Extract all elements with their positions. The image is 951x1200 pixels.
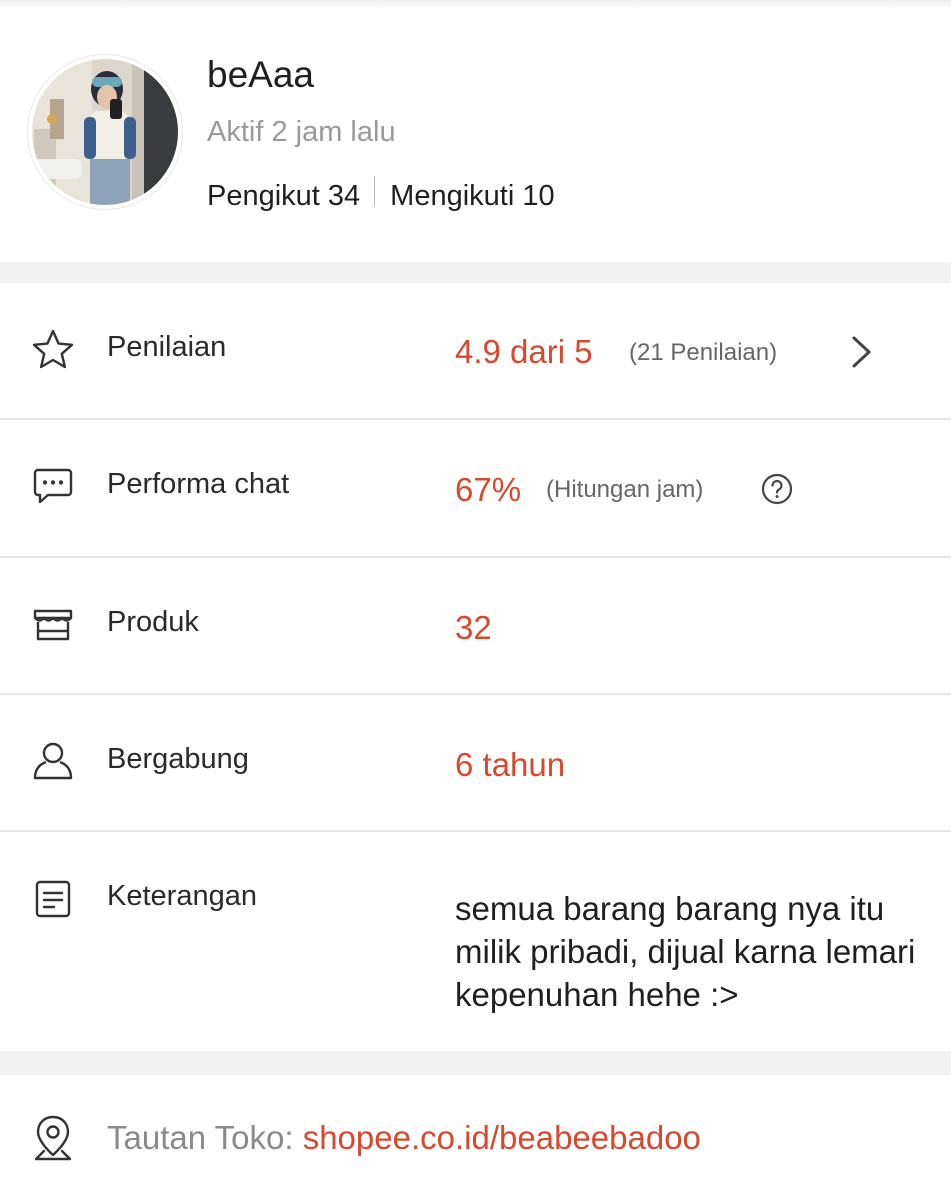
description-row: Keterangan semua barang barang nya itu m… — [0, 832, 951, 1051]
username: beAaa — [207, 54, 314, 95]
chevron-right-icon[interactable] — [848, 335, 876, 374]
joined-value: 6 tahun — [455, 746, 566, 783]
chat-value: 67% — [455, 471, 522, 508]
help-question-icon[interactable] — [761, 473, 793, 510]
top-edge — [0, 0, 951, 10]
chat-label: Performa chat — [107, 468, 290, 500]
follow-stats: Pengikut 34 Mengikuti 10 — [207, 175, 555, 213]
shop-link-label: Tautan Toko: — [107, 1119, 303, 1156]
shop-icon — [30, 601, 76, 647]
rating-row[interactable]: Penilaian 4.9 dari 5 (21 Penilaian) — [0, 283, 951, 420]
shop-stats-list: Penilaian 4.9 dari 5 (21 Penilaian) Perf… — [0, 283, 951, 1051]
rating-label: Penilaian — [107, 331, 227, 363]
section-gap — [0, 262, 951, 283]
rating-value: 4.9 dari 5 — [455, 333, 593, 370]
location-pin-icon — [30, 1113, 76, 1168]
joined-label: Bergabung — [107, 743, 249, 775]
following-count[interactable]: Mengikuti 10 — [390, 180, 554, 213]
star-icon — [30, 327, 76, 373]
shop-link: Tautan Toko: shopee.co.id/beabeebadoo — [107, 1119, 701, 1157]
active-status: Aktif 2 jam lalu — [207, 116, 396, 148]
follow-divider — [374, 175, 376, 206]
shop-link-url[interactable]: shopee.co.id/beabeebadoo — [303, 1119, 701, 1156]
section-gap — [0, 1051, 951, 1075]
description-text: semua barang barang nya itu milik pribad… — [455, 890, 916, 1013]
products-label: Produk — [107, 606, 199, 638]
chat-bubble-icon — [30, 463, 76, 509]
chat-note: (Hitungan jam) — [546, 476, 704, 503]
chat-performance-row: Performa chat 67% (Hitungan jam) — [0, 420, 951, 558]
shop-link-card: Tautan Toko: shopee.co.id/beabeebadoo — [0, 1075, 951, 1200]
document-icon — [30, 877, 76, 923]
user-icon — [30, 738, 76, 784]
avatar[interactable] — [27, 54, 183, 210]
rating-count: (21 Penilaian) — [629, 339, 778, 366]
joined-row: Bergabung 6 tahun — [0, 695, 951, 832]
profile-header: beAaa Aktif 2 jam lalu Pengikut 34 Mengi… — [0, 10, 951, 262]
avatar-photo — [32, 59, 178, 205]
description-label: Keterangan — [107, 880, 257, 912]
products-row: Produk 32 — [0, 558, 951, 695]
products-value: 32 — [455, 609, 492, 646]
followers-count[interactable]: Pengikut 34 — [207, 180, 360, 213]
